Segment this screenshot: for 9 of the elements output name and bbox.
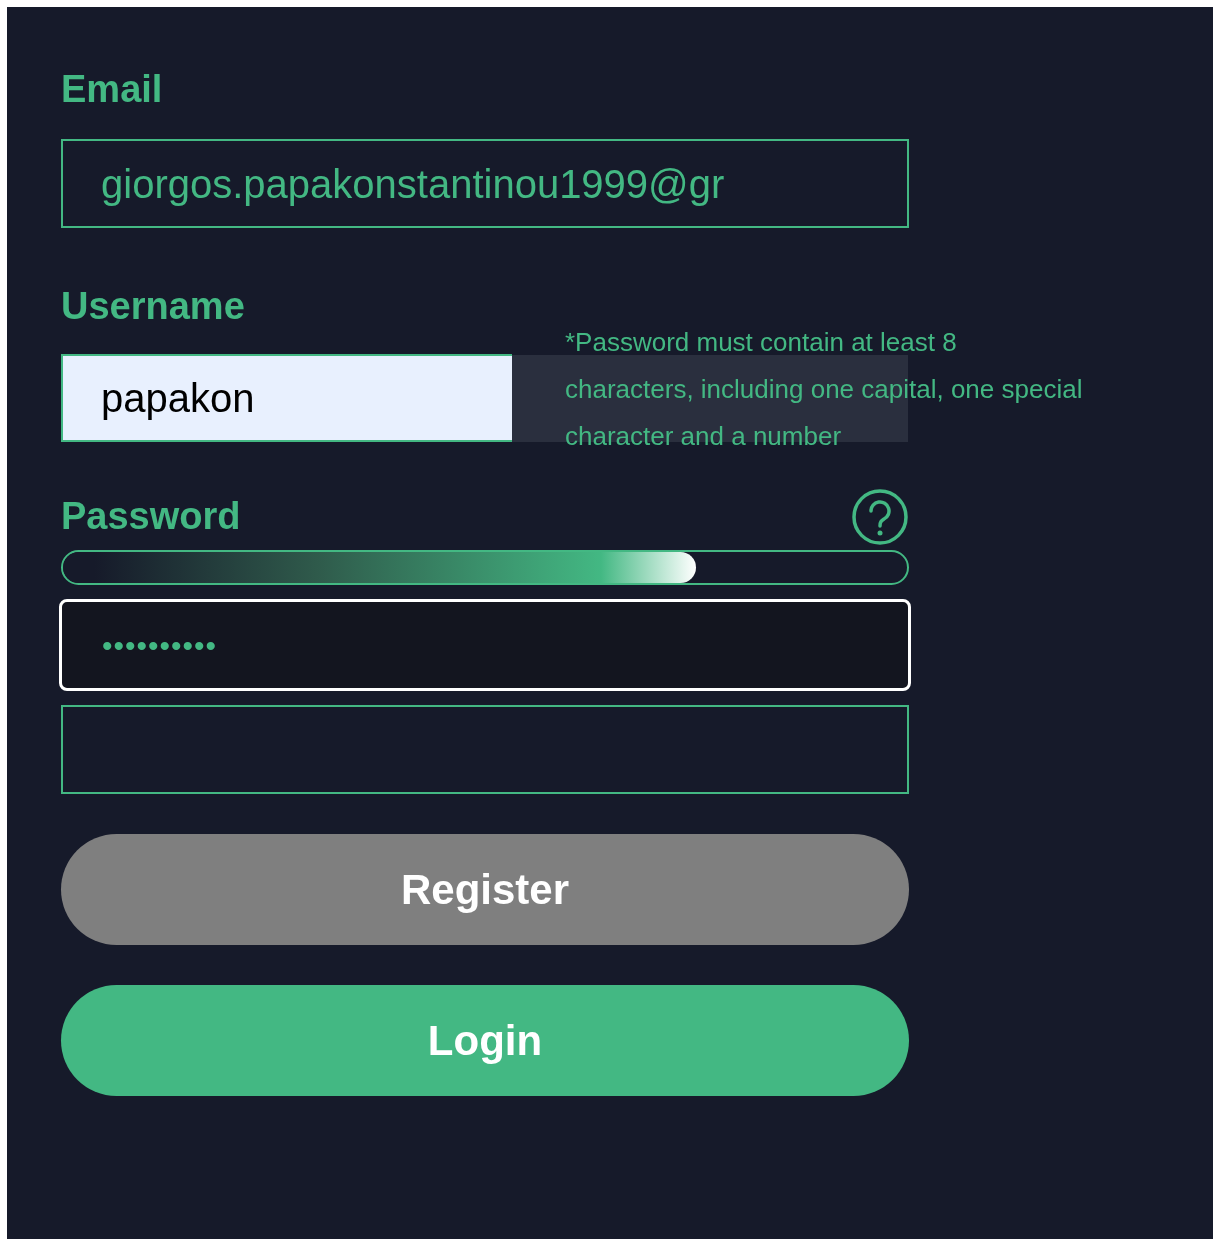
- password-field[interactable]: ••••••••••: [59, 599, 911, 691]
- field-label: Password: [61, 494, 241, 539]
- confirm-password-field[interactable]: [61, 705, 909, 794]
- email-field[interactable]: giorgos.papakonstantinou1999@gr: [61, 139, 909, 228]
- register-button[interactable]: Register: [61, 834, 909, 945]
- field-label: Email: [61, 67, 163, 112]
- field-label: Username: [61, 284, 245, 329]
- username-field[interactable]: papakon: [61, 354, 512, 442]
- help-icon[interactable]: [851, 488, 909, 546]
